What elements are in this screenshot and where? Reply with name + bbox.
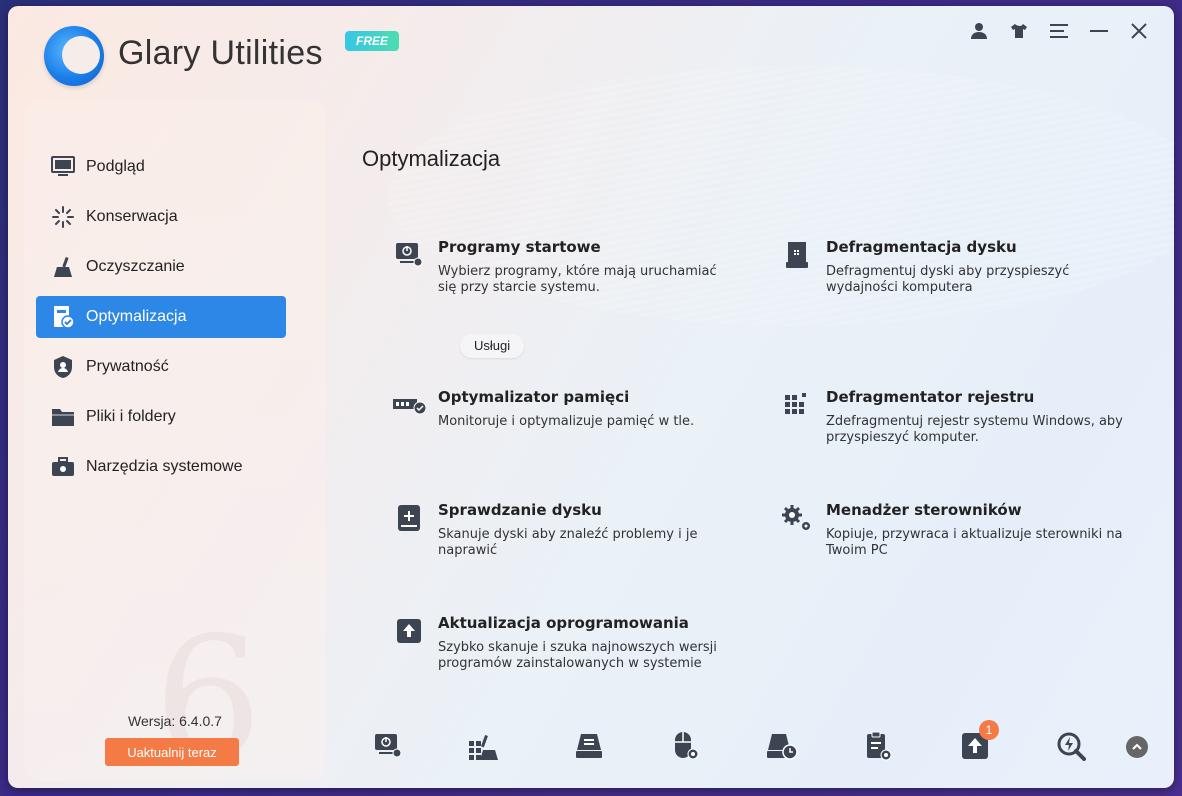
sidebar-item-optymalizacja[interactable]: Optymalizacja xyxy=(36,296,286,338)
broom-icon xyxy=(50,254,76,280)
sidebar-item-oczyszczanie[interactable]: Oczyszczanie xyxy=(36,246,286,288)
optimize-icon xyxy=(50,304,76,330)
gears-icon xyxy=(780,503,814,533)
sidebar-item-label: Podgląd xyxy=(86,158,145,175)
tool-title: Defragmentacja dysku xyxy=(826,238,1017,256)
sidebar-item-label: Oczyszczanie xyxy=(86,258,185,275)
folder-icon xyxy=(50,404,76,430)
shirt-icon[interactable] xyxy=(1008,20,1030,42)
chevron-up-icon[interactable] xyxy=(1126,736,1148,758)
services-button[interactable]: Usługi xyxy=(460,334,525,358)
startup-icon[interactable] xyxy=(370,728,406,764)
sidebar-item-label: Optymalizacja xyxy=(86,308,187,325)
sidebar-item-prywatnosc[interactable]: Prywatność xyxy=(36,346,286,388)
window-controls xyxy=(968,20,1150,42)
tool-description: Szybko skanuje i szuka najnowszych wersj… xyxy=(438,640,717,671)
search-boost-icon[interactable] xyxy=(1053,728,1089,764)
minimize-icon[interactable] xyxy=(1088,20,1110,42)
mouse-settings-icon[interactable] xyxy=(667,728,703,764)
disk-clean-icon[interactable] xyxy=(571,728,607,764)
menu-icon[interactable] xyxy=(1048,20,1070,42)
app-title: Glary Utilities xyxy=(118,34,323,72)
tool-description: Defragmentuj dyski aby przyspieszyć wyda… xyxy=(826,264,1070,295)
app-window: Glary Utilities FREE 6 Podgląd Konserwac… xyxy=(8,6,1174,788)
disk-schedule-icon[interactable] xyxy=(764,728,800,764)
sidebar-item-label: Konserwacja xyxy=(86,208,178,225)
disk-defrag-icon xyxy=(780,240,814,270)
tool-description: Wybierz programy, które mają uruchamiać … xyxy=(438,264,717,295)
startup-icon xyxy=(392,240,426,270)
memory-icon xyxy=(392,390,426,420)
sidebar-item-pliki[interactable]: Pliki i foldery xyxy=(36,396,286,438)
bottom-toolbar: 1 xyxy=(368,720,1158,768)
update-icon[interactable]: 1 xyxy=(957,720,999,764)
version-label: Wersja: 6.4.0.7 xyxy=(128,713,222,729)
clipboard-settings-icon[interactable] xyxy=(860,728,896,764)
sidebar-item-label: Pliki i foldery xyxy=(86,408,176,425)
tool-description: Skanuje dyski aby znaleźć problemy i je … xyxy=(438,527,698,558)
tool-title: Aktualizacja oprogramowania xyxy=(438,614,689,632)
sidebar: 6 Podgląd Konserwacja Oczyszczanie Optym… xyxy=(24,101,326,788)
page-title: Optymalizacja xyxy=(362,146,501,171)
disk-check-icon xyxy=(392,503,426,533)
upload-icon xyxy=(392,616,426,646)
update-count-badge: 1 xyxy=(979,720,999,740)
tool-title: Optymalizator pamięci xyxy=(438,388,630,406)
free-badge: FREE xyxy=(345,31,399,51)
tool-title: Programy startowe xyxy=(438,238,601,256)
tool-title: Menadżer sterowników xyxy=(826,501,1022,519)
monitor-icon xyxy=(50,154,76,180)
sidebar-item-podglad[interactable]: Podgląd xyxy=(36,146,286,188)
tool-description: Zdefragmentuj rejestr systemu Windows, a… xyxy=(826,414,1123,445)
tool-title: Defragmentator rejestru xyxy=(826,388,1035,406)
registry-defrag-icon xyxy=(780,390,814,420)
sidebar-item-label: Prywatność xyxy=(86,358,169,375)
sparkle-icon xyxy=(50,204,76,230)
tool-description: Monitoruje i optymalizuje pamięć w tle. xyxy=(438,414,695,429)
update-now-button[interactable]: Uaktualnij teraz xyxy=(105,738,239,766)
sidebar-nav: Podgląd Konserwacja Oczyszczanie Optymal… xyxy=(36,146,286,496)
shield-icon xyxy=(50,354,76,380)
user-icon[interactable] xyxy=(968,20,990,42)
sidebar-item-narzedzia[interactable]: Narzędzia systemowe xyxy=(36,446,286,488)
tool-description: Kopiuje, przywraca i aktualizuje sterown… xyxy=(826,527,1123,558)
registry-tool-icon[interactable] xyxy=(465,728,501,764)
tool-title: Sprawdzanie dysku xyxy=(438,501,602,519)
sidebar-item-label: Narzędzia systemowe xyxy=(86,458,243,475)
glary-logo-icon xyxy=(44,26,104,86)
sidebar-item-konserwacja[interactable]: Konserwacja xyxy=(36,196,286,238)
close-icon[interactable] xyxy=(1128,20,1150,42)
toolbox-icon xyxy=(50,454,76,480)
